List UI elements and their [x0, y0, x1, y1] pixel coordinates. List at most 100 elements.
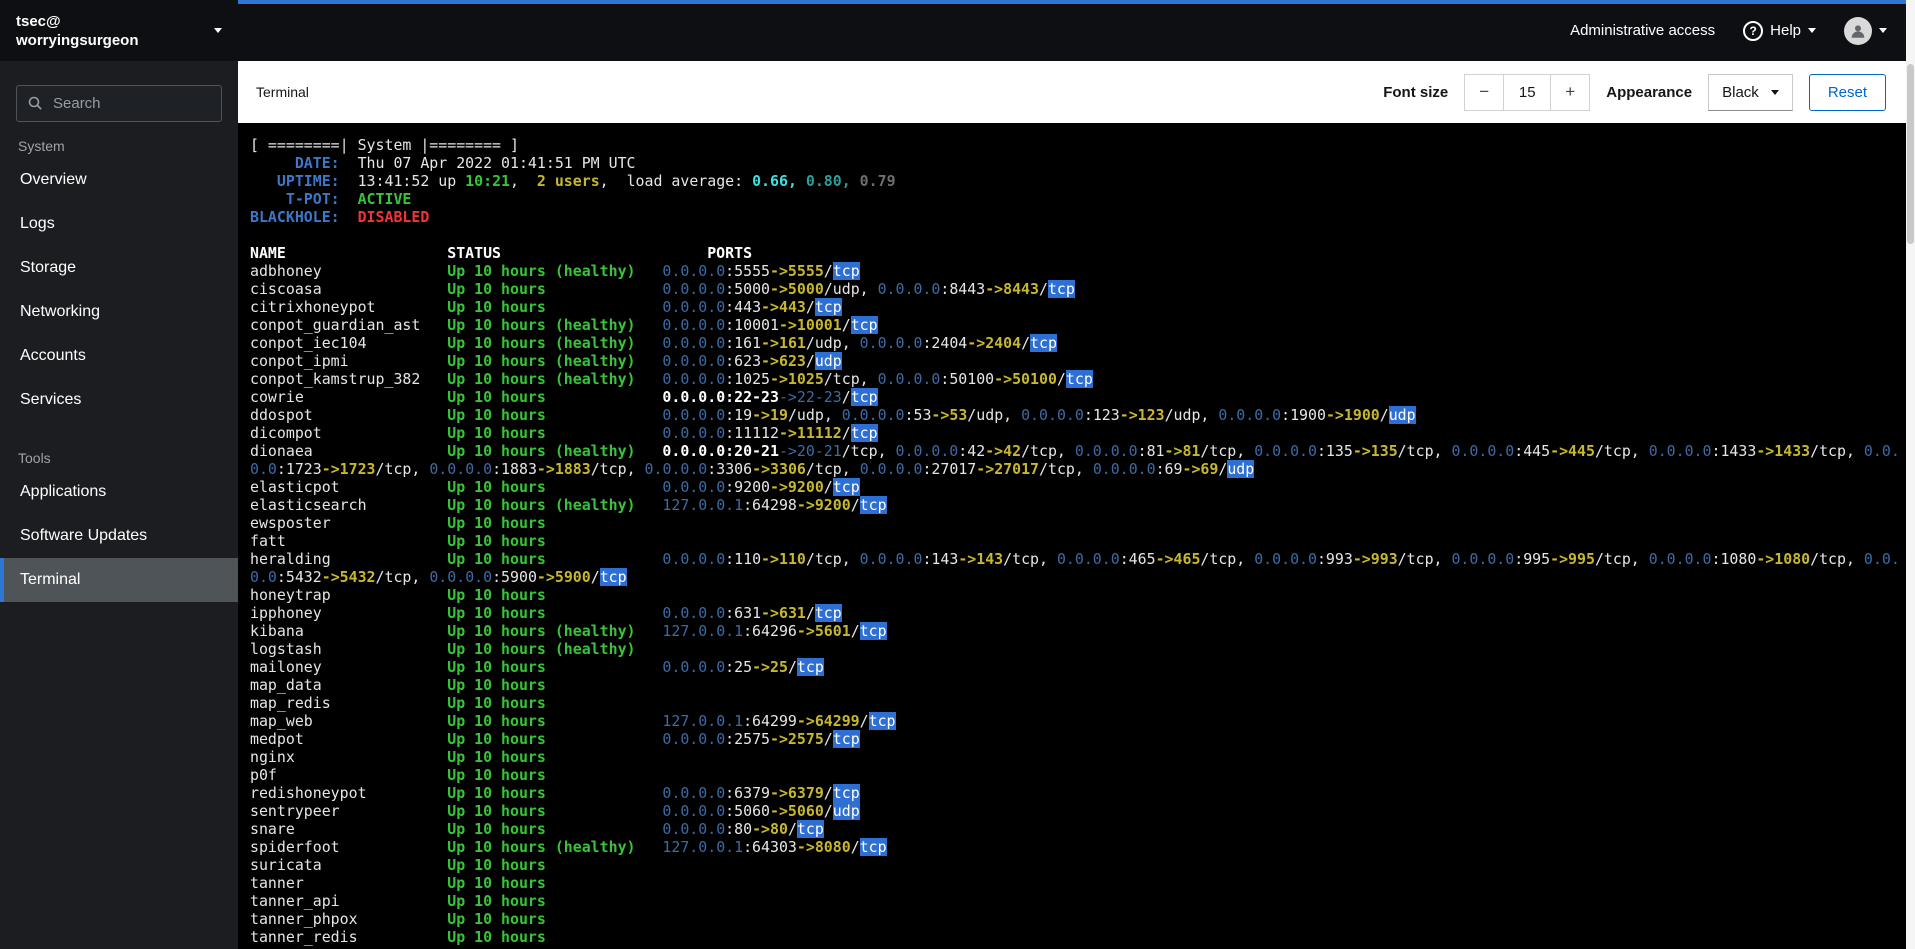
cockpit-page: tsec@ worryingsurgeon Administrative acc… [0, 0, 1915, 949]
sidebar-item-label: Overview [20, 171, 87, 188]
help-menu[interactable]: ? Help [1743, 20, 1816, 41]
appearance-label: Appearance [1606, 83, 1693, 101]
toolbar-controls: Font size − 15 + Appearance Black Reset [1383, 73, 1886, 111]
sidebar-item-label: Accounts [20, 347, 86, 364]
masthead: tsec@ worryingsurgeon Administrative acc… [0, 0, 1915, 61]
terminal-line: UPTIME: 13:41:52 up 10:21, 2 users, load… [250, 172, 896, 190]
terminal[interactable]: [ ========| System |======== ] DATE: Thu… [238, 123, 1906, 949]
page-title: Terminal [256, 84, 309, 100]
terminal-line: ipphoney Up 10 hours 0.0.0.0:631->631/tc… [250, 604, 842, 622]
terminal-line: spiderfoot Up 10 hours (healthy) 127.0.0… [250, 838, 887, 856]
sidebar-item-services[interactable]: Services [0, 378, 238, 422]
appearance-select[interactable]: Black [1708, 73, 1793, 111]
terminal-toolbar: Terminal Font size − 15 + Appearance Bla… [238, 61, 1906, 123]
terminal-line: p0f Up 10 hours [250, 766, 546, 784]
terminal-line: map_web Up 10 hours 127.0.0.1:64299->642… [250, 712, 896, 730]
host-text: tsec@ worryingsurgeon [16, 12, 139, 50]
terminal-line: conpot_iec104 Up 10 hours (healthy) 0.0.… [250, 334, 1057, 352]
terminal-line: adbhoney Up 10 hours (healthy) 0.0.0.0:5… [250, 262, 860, 280]
sidebar-nav: System Overview Logs Storage Networking Accou… [0, 138, 238, 602]
masthead-right: Administrative access ? Help [1570, 16, 1915, 45]
terminal-line: nginx Up 10 hours [250, 748, 546, 766]
terminal-line: sentrypeer Up 10 hours 0.0.0.0:5060->506… [250, 802, 860, 820]
terminal-line: suricata Up 10 hours [250, 856, 546, 874]
terminal-line: cowrie Up 10 hours 0.0.0.0:22-23->22-23/… [250, 388, 878, 406]
terminal-line: citrixhoneypot Up 10 hours 0.0.0.0:443->… [250, 298, 842, 316]
terminal-line: tanner Up 10 hours [250, 874, 546, 892]
sidebar-item-storage[interactable]: Storage [0, 246, 238, 290]
search [16, 85, 222, 122]
search-icon [28, 96, 42, 110]
sidebar-item-applications[interactable]: Applications [0, 470, 238, 514]
terminal-line: 0.0:5432->5432/tcp, 0.0.0.0:5900->5900/t… [250, 568, 627, 586]
terminal-line: 0.0:1723->1723/tcp, 0.0.0.0:1883->1883/t… [250, 460, 1255, 478]
chevron-down-icon [214, 28, 222, 33]
sidebar-item-logs[interactable]: Logs [0, 202, 238, 246]
chevron-down-icon [1808, 28, 1816, 33]
sidebar-item-terminal[interactable]: Terminal [0, 558, 238, 602]
sidebar-item-software-updates[interactable]: Software Updates [0, 514, 238, 558]
terminal-line: BLACKHOLE: DISABLED [250, 208, 430, 226]
search-input[interactable] [16, 85, 222, 122]
terminal-output: [ ========| System |======== ] DATE: Thu… [250, 136, 1906, 946]
page-scrollbar[interactable] [1906, 0, 1915, 949]
terminal-line: dionaea Up 10 hours (healthy) 0.0.0.0:20… [250, 442, 1900, 460]
chevron-down-icon [1879, 28, 1887, 33]
administrative-access-button[interactable]: Administrative access [1570, 22, 1715, 39]
avatar [1844, 16, 1872, 45]
reset-button[interactable]: Reset [1808, 73, 1886, 111]
host-user: tsec@ [16, 12, 61, 30]
terminal-line: snare Up 10 hours 0.0.0.0:80->80/tcp [250, 820, 824, 838]
terminal-line: map_data Up 10 hours [250, 676, 546, 694]
help-label: Help [1770, 22, 1801, 39]
sidebar-item-label: Applications [20, 483, 107, 500]
terminal-line: ewsposter Up 10 hours [250, 514, 546, 532]
host-name: worryingsurgeon [16, 31, 139, 49]
sidebar-item-networking[interactable]: Networking [0, 290, 238, 334]
terminal-line: map_redis Up 10 hours [250, 694, 546, 712]
terminal-line: mailoney Up 10 hours 0.0.0.0:25->25/tcp [250, 658, 824, 676]
sidebar-item-overview[interactable]: Overview [0, 158, 238, 202]
terminal-line: elasticpot Up 10 hours 0.0.0.0:9200->920… [250, 478, 860, 496]
terminal-line: conpot_kamstrup_382 Up 10 hours (healthy… [250, 370, 1093, 388]
terminal-line: DATE: Thu 07 Apr 2022 01:41:51 PM UTC [250, 154, 636, 172]
terminal-line: honeytrap Up 10 hours [250, 586, 546, 604]
terminal-line: conpot_guardian_ast Up 10 hours (healthy… [250, 316, 878, 334]
host-switcher[interactable]: tsec@ worryingsurgeon [0, 0, 238, 61]
chevron-down-icon [1770, 89, 1779, 95]
sidebar-item-label: Logs [20, 215, 55, 232]
terminal-line: kibana Up 10 hours (healthy) 127.0.0.1:6… [250, 622, 887, 640]
font-size-label: Font size [1383, 83, 1449, 101]
font-size-stepper: − 15 + [1464, 73, 1591, 111]
sidebar-item-label: Storage [20, 259, 77, 276]
sidebar-item-accounts[interactable]: Accounts [0, 334, 238, 378]
scrollbar-thumb[interactable] [1907, 64, 1914, 244]
terminal-line: medpot Up 10 hours 0.0.0.0:2575->2575/tc… [250, 730, 860, 748]
terminal-line: tanner_api Up 10 hours [250, 892, 546, 910]
terminal-line: ddospot Up 10 hours 0.0.0.0:19->19/udp, … [250, 406, 1416, 424]
sidebar-item-label: Terminal [20, 571, 81, 588]
sidebar: System Overview Logs Storage Networking Accou… [0, 61, 238, 949]
terminal-line: ciscoasa Up 10 hours 0.0.0.0:5000->5000/… [250, 280, 1075, 298]
appearance-value: Black [1722, 83, 1759, 101]
session-menu[interactable] [1844, 16, 1887, 45]
terminal-line: dicompot Up 10 hours 0.0.0.0:11112->1111… [250, 424, 878, 442]
font-size-increase-button[interactable]: + [1550, 73, 1591, 111]
user-icon [1851, 24, 1865, 38]
sidebar-item-label: Services [20, 391, 82, 408]
terminal-line: fatt Up 10 hours [250, 532, 546, 550]
sidebar-item-label: Networking [20, 303, 101, 320]
help-icon: ? [1743, 20, 1764, 41]
terminal-line: conpot_ipmi Up 10 hours (healthy) 0.0.0.… [250, 352, 842, 370]
top-accent-bar [238, 0, 1906, 4]
sidebar-section-system: System [18, 138, 65, 154]
font-size-value: 15 [1504, 73, 1551, 111]
font-size-decrease-button[interactable]: − [1464, 73, 1505, 111]
terminal-line: logstash Up 10 hours (healthy) [250, 640, 636, 658]
terminal-line: NAME STATUS PORTS [250, 244, 753, 262]
terminal-line: elasticsearch Up 10 hours (healthy) 127.… [250, 496, 887, 514]
terminal-line: redishoneypot Up 10 hours 0.0.0.0:6379->… [250, 784, 860, 802]
terminal-line: tanner_redis Up 10 hours [250, 928, 546, 946]
terminal-line: [ ========| System |======== ] [250, 136, 519, 154]
